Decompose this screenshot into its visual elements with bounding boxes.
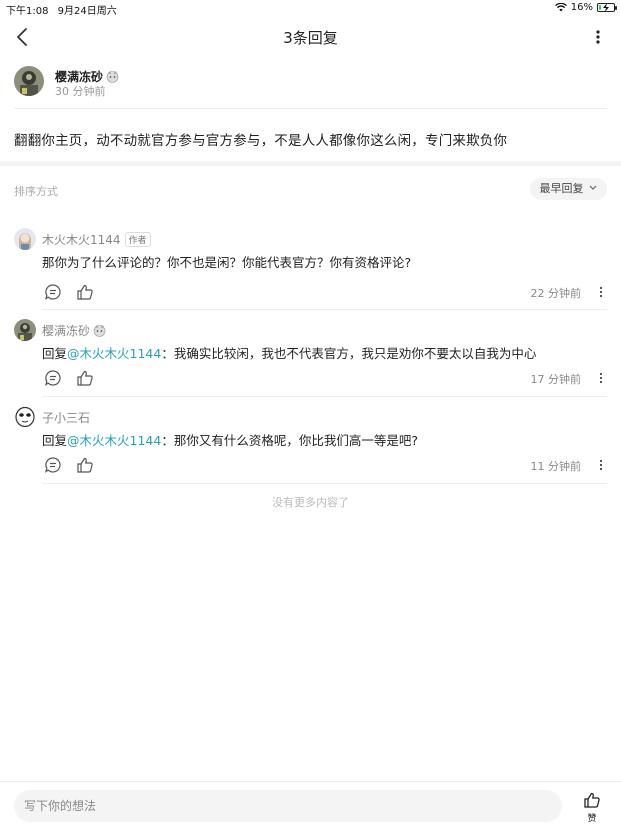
divider (14, 108, 607, 109)
comment-actions: 17 分钟前 (42, 369, 607, 387)
page-title: 3条回复 (283, 29, 338, 47)
comment-text: 回复@木火木火1144：那你又有什么资格呢，你比我们高一等是吧? (42, 430, 418, 449)
nav-bar: 3条回复 (0, 18, 621, 54)
sort-selected: 最早回复 (539, 182, 584, 195)
reply-input[interactable] (14, 790, 562, 822)
status-left: 下午1:08 9月24日周六 (6, 2, 117, 17)
post-time: 30 分钟前 (55, 85, 106, 98)
comment-divider (42, 309, 607, 310)
avatar-image (14, 319, 36, 341)
comment-item: 樱满冻砂 回复@木火木火1144：我确实比较闲，我也不代表官方，我只是劝你不要太… (14, 319, 607, 397)
comment-time: 11 分钟前 (530, 460, 582, 473)
comment-author-line: 木火木火1144 作者 (42, 231, 151, 248)
avatar-image (14, 406, 36, 428)
mention-link[interactable]: @木火木火1144 (67, 433, 161, 448)
comment-divider (42, 483, 607, 484)
no-more-content: 没有更多内容了 (272, 496, 349, 509)
avatar-image (14, 66, 44, 96)
status-right: 16% (554, 2, 617, 13)
like-label: 赞 (587, 814, 597, 824)
avatar-image (14, 228, 36, 250)
chevron-down-icon (589, 185, 597, 190)
comment-time: 17 分钟前 (530, 373, 582, 386)
comment-item: 子小三石 回复@木火木火1144：那你又有什么资格呢，你比我们高一等是吧? 11… (14, 406, 607, 484)
thumbs-up-icon[interactable] (76, 369, 94, 387)
more-vertical-icon[interactable] (597, 369, 605, 387)
mention-link[interactable]: @木火木火1144 (67, 346, 161, 361)
reply-prefix: 回复 (42, 433, 68, 448)
status-time: 下午1:08 (6, 6, 49, 17)
comment-text: 那你为了什么评论的？你不也是闲？你能代表官方？你有资格评论? (42, 255, 412, 270)
post-body: 翻翻你主页，动不动就官方参与官方参与，不是人人都像你这么闲，专门来欺负你 (14, 133, 508, 149)
reply-bubble-icon[interactable] (44, 283, 62, 301)
avatar[interactable] (14, 319, 36, 341)
post-author-name[interactable]: 樱满冻砂 (55, 70, 103, 84)
comment-divider (42, 396, 607, 397)
avatar[interactable] (14, 66, 44, 96)
comment-author[interactable]: 子小三石 (42, 411, 90, 425)
thumbs-up-icon (584, 792, 600, 808)
battery-fill (599, 5, 602, 10)
like-button[interactable]: 赞 (581, 790, 603, 824)
author-badge: 作者 (124, 232, 151, 247)
reply-prefix: 回复 (42, 346, 68, 361)
wolf-emoji-icon (106, 71, 119, 83)
comment-author[interactable]: 木火木火1144 (42, 233, 121, 247)
post-header: 樱满冻砂 30 分钟前 (14, 66, 604, 102)
reply-body: ：我确实比较闲，我也不代表官方，我只是劝你不要太以自我为中心 (161, 346, 537, 361)
more-vertical-icon[interactable] (597, 283, 605, 301)
thumbs-up-icon[interactable] (76, 456, 94, 474)
more-vertical-icon[interactable] (591, 26, 605, 48)
reply-bubble-icon[interactable] (44, 369, 62, 387)
status-bar: 下午1:08 9月24日周六 16% (0, 0, 621, 17)
comment-actions: 11 分钟前 (42, 456, 607, 474)
more-vertical-icon[interactable] (597, 456, 605, 474)
comment-text: 回复@木火木火1144：我确实比较闲，我也不代表官方，我只是劝你不要太以自我为中… (42, 343, 536, 362)
bottom-bar: 赞 (0, 781, 621, 829)
thumbs-up-icon[interactable] (76, 283, 94, 301)
reply-body: ：那你又有什么资格呢，你比我们高一等是吧? (161, 433, 418, 448)
charging-bolt-icon (603, 3, 609, 12)
comment-time: 22 分钟前 (530, 287, 582, 300)
wifi-icon (554, 3, 567, 12)
comment-author[interactable]: 樱满冻砂 (42, 324, 90, 338)
wolf-emoji-icon (93, 325, 106, 337)
sort-dropdown[interactable]: 最早回复 (529, 178, 607, 200)
avatar[interactable] (14, 228, 36, 250)
battery-percent: 16% (570, 2, 593, 13)
avatar[interactable] (14, 406, 36, 428)
sort-label: 排序方式 (14, 185, 58, 198)
status-date: 9月24日周六 (57, 6, 117, 17)
comment-item: 木火木火1144 作者 那你为了什么评论的？你不也是闲？你能代表官方？你有资格评论… (14, 228, 607, 310)
comment-actions: 22 分钟前 (42, 283, 607, 301)
comment-author-line: 子小三石 (42, 409, 90, 426)
reply-bubble-icon[interactable] (44, 456, 62, 474)
battery-icon (597, 3, 617, 12)
section-separator (0, 161, 621, 166)
comment-author-line: 樱满冻砂 (42, 322, 106, 339)
